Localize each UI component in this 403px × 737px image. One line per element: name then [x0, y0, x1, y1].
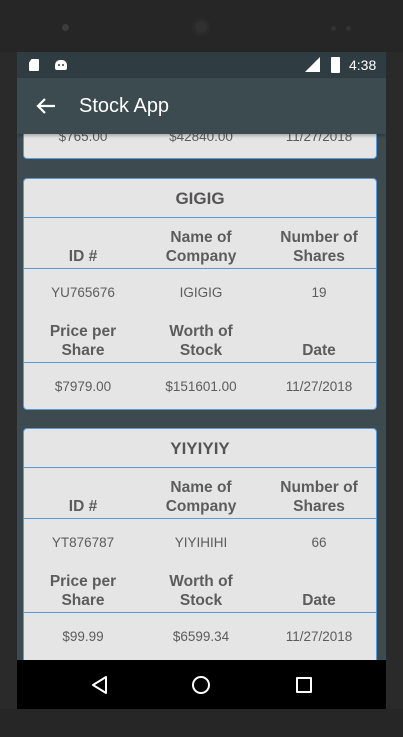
- shares-label-line2: Shares: [293, 498, 345, 515]
- price-label: Price per Share: [24, 322, 142, 360]
- date-value: 11/27/2018: [285, 134, 353, 144]
- company-label-line1: Name of: [170, 229, 232, 246]
- card-labels-row: Price per Share Worth of Stock Date: [24, 564, 376, 613]
- company-label-line2: Company: [165, 248, 237, 265]
- proximity-sensor: [331, 26, 336, 31]
- back-arrow-icon[interactable]: [35, 95, 57, 117]
- earpiece-speaker: [192, 18, 210, 36]
- id-value: YT876787: [51, 535, 115, 550]
- company-label-line1: Name of: [170, 479, 232, 496]
- shares-label-line1: Number of: [280, 229, 358, 246]
- worth-label-line2: Stock: [179, 592, 223, 609]
- android-debug-icon: [55, 60, 67, 70]
- stock-card: YIYIYIY ID # Name of Company Number of Sha…: [23, 428, 377, 660]
- price-value: $7979.00: [54, 379, 112, 394]
- date-value: 11/27/2018: [285, 629, 353, 644]
- card-values-row: $765.00 $42840.00 11/27/2018: [24, 134, 376, 158]
- device-frame: 4:38 Stock App $765.00 $42840.00 11/27/2…: [0, 0, 403, 737]
- stock-card-partial: $765.00 $42840.00 11/27/2018: [23, 134, 377, 159]
- system-nav-bar: [17, 660, 386, 709]
- worth-value: $151601.00: [165, 379, 237, 394]
- worth-value: $6599.34: [172, 629, 230, 644]
- battery-charging-icon: [331, 57, 340, 73]
- front-camera: [62, 24, 69, 31]
- id-label: ID #: [68, 498, 98, 515]
- id-value: YU765676: [51, 285, 115, 300]
- status-bar: 4:38: [17, 52, 386, 78]
- date-value: 11/27/2018: [285, 379, 353, 394]
- worth-label: Worth of Stock: [142, 322, 260, 360]
- worth-label-line2: Stock: [179, 342, 223, 359]
- card-values-row: $99.99 $6599.34 11/27/2018: [24, 613, 376, 659]
- status-time: 4:38: [349, 57, 377, 73]
- stock-list[interactable]: $765.00 $42840.00 11/27/2018 GIGIG ID # …: [17, 134, 386, 660]
- app-toolbar: Stock App: [17, 78, 386, 134]
- shares-value: 66: [311, 535, 327, 550]
- company-label: Name of Company: [142, 478, 260, 516]
- shares-label: Number of Shares: [260, 478, 376, 516]
- company-value: IGIGIG: [179, 285, 223, 300]
- price-label-line1: Price per: [49, 573, 117, 590]
- price-label: Price per Share: [24, 572, 142, 610]
- shares-label-line2: Shares: [293, 248, 345, 265]
- date-label: Date: [302, 592, 336, 609]
- shares-label-line1: Number of: [280, 479, 358, 496]
- worth-label: Worth of Stock: [142, 572, 260, 610]
- device-left-bezel: [0, 52, 17, 712]
- price-label-line2: Share: [61, 342, 105, 359]
- light-sensor: [346, 26, 351, 31]
- card-values-row: YU765676 IGIGIG 19: [24, 269, 376, 314]
- card-labels-row: Price per Share Worth of Stock Date: [24, 314, 376, 363]
- screen: 4:38 Stock App $765.00 $42840.00 11/27/2…: [17, 52, 386, 709]
- id-label: ID #: [68, 248, 98, 265]
- card-values-row: YT876787 YIYIHIHI 66: [24, 519, 376, 564]
- page-title: Stock App: [79, 95, 170, 117]
- shares-value: 19: [311, 285, 327, 300]
- company-label: Name of Company: [142, 228, 260, 266]
- shares-label: Number of Shares: [260, 228, 376, 266]
- stock-symbol: GIGIG: [24, 179, 376, 218]
- nav-back-icon[interactable]: [91, 676, 109, 694]
- price-label-line1: Price per: [49, 323, 117, 340]
- card-values-row: $7979.00 $151601.00 11/27/2018: [24, 363, 376, 409]
- device-bottom-bezel: [0, 709, 403, 737]
- device-top-bezel: [0, 0, 403, 52]
- stock-card: GIGIG ID # Name of Company Number of Share…: [23, 178, 377, 410]
- card-labels-row: ID # Name of Company Number of Shares: [24, 468, 376, 519]
- price-value: $765.00: [58, 134, 108, 144]
- date-label: Date: [302, 342, 336, 359]
- worth-label-line1: Worth of: [169, 573, 233, 590]
- nav-recents-icon[interactable]: [296, 677, 312, 693]
- nav-home-icon[interactable]: [192, 676, 210, 694]
- company-value: YIYIHIHI: [174, 535, 228, 550]
- company-label-line2: Company: [165, 498, 237, 515]
- price-value: $99.99: [62, 629, 104, 644]
- sd-card-icon: [29, 59, 39, 71]
- lte-signal-icon: [305, 57, 320, 72]
- stock-symbol: YIYIYIY: [24, 429, 376, 468]
- worth-value: $42840.00: [169, 134, 233, 144]
- worth-label-line1: Worth of: [169, 323, 233, 340]
- card-labels-row: ID # Name of Company Number of Shares: [24, 218, 376, 269]
- device-right-bezel: [386, 52, 403, 712]
- price-label-line2: Share: [61, 592, 105, 609]
